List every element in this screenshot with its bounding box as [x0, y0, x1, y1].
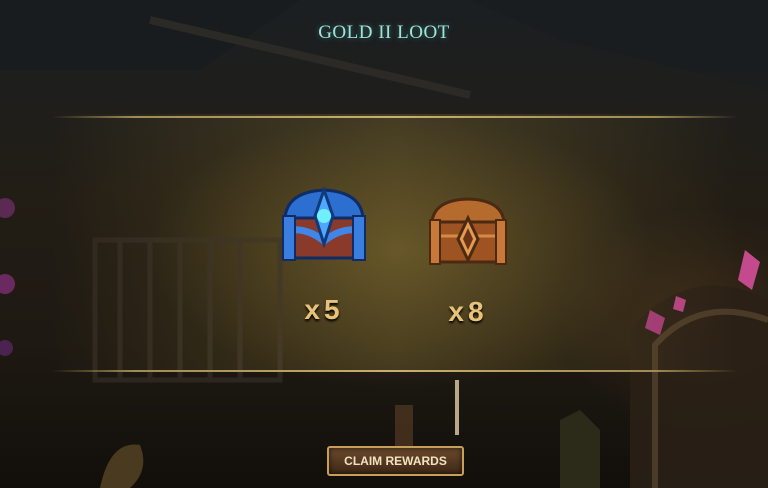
claim-rewards-button[interactable]: CLAIM REWARDS: [327, 446, 464, 476]
epic-blue-chest-icon: [282, 186, 366, 261]
reward-quantity: x8: [448, 296, 488, 327]
reward-item: x5: [274, 186, 374, 326]
reward-quantity: x5: [304, 294, 344, 325]
loot-panel: [52, 114, 738, 372]
divider-top: [52, 116, 738, 118]
bronze-chest-icon: [429, 197, 507, 265]
reward-item: x8: [418, 194, 518, 328]
page-title: GOLD II LOOT: [318, 22, 450, 43]
divider-bottom: [52, 370, 738, 372]
